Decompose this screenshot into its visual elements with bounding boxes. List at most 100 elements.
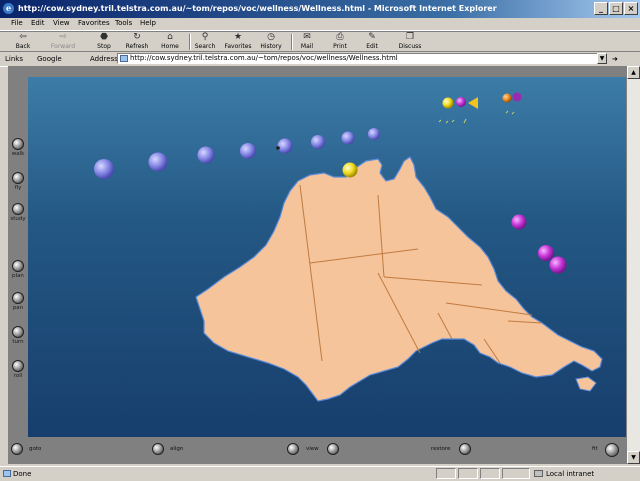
status-bar: Done Local intranet: [0, 466, 640, 481]
stop-icon: ⬣: [100, 32, 108, 42]
australia-landmass: [195, 156, 603, 402]
legend-cone-yellow: [468, 97, 478, 109]
goto-control[interactable]: goto: [11, 443, 51, 457]
trail-sphere-2: [148, 152, 168, 172]
address-input[interactable]: http://cow.sydney.tril.telstra.com.au/~t…: [117, 53, 606, 64]
legend-sphere-yellow: [442, 97, 454, 109]
menu-view[interactable]: View: [53, 19, 70, 27]
pan-control[interactable]: pan: [8, 292, 28, 312]
forward-button[interactable]: ⇨ Forward: [46, 32, 80, 52]
title-bar: e http://cow.sydney.tril.telstra.com.au/…: [0, 0, 640, 18]
view-control[interactable]: view: [287, 443, 347, 457]
scroll-up-button[interactable]: ▲: [627, 66, 640, 79]
menu-file[interactable]: File: [11, 19, 23, 27]
window-title: http://cow.sydney.tril.telstra.com.au/~t…: [18, 4, 497, 13]
legend-ticks: [438, 110, 515, 124]
trail-sphere-8: [368, 128, 380, 140]
back-icon: ⇦: [19, 32, 27, 42]
study-control[interactable]: study: [8, 203, 28, 223]
roll-control[interactable]: roll: [8, 360, 28, 380]
viewer-bottom-bar: goto align view restore fit: [8, 437, 627, 464]
history-icon: ◷: [267, 32, 275, 42]
stop-button[interactable]: ⬣ Stop: [87, 32, 121, 52]
address-label: Address: [90, 55, 118, 63]
trail-sphere-4: [240, 143, 256, 159]
align-knob-icon: [152, 443, 164, 455]
view-prev-icon: [287, 443, 299, 455]
minimize-button[interactable]: _: [594, 2, 608, 15]
trail-sphere-6: [311, 135, 325, 149]
home-icon: ⌂: [167, 32, 173, 42]
print-icon: ⎙: [336, 32, 344, 42]
standard-toolbar: ⇦ Back ⇨ Forward ⬣ Stop ↻ Refresh ⌂ Home…: [0, 31, 640, 52]
status-pane: [458, 468, 478, 479]
menu-help[interactable]: Help: [140, 19, 156, 27]
legend-sphere-magenta: [456, 97, 466, 107]
mail-button[interactable]: ✉ Mail: [290, 32, 324, 52]
scroll-down-button[interactable]: ▼: [627, 451, 640, 464]
menu-edit[interactable]: Edit: [31, 19, 45, 27]
search-icon: ⚲: [201, 32, 209, 42]
status-pane: [502, 468, 530, 479]
darwin-marker-sphere: [342, 162, 358, 178]
page-content: walk fly study plan pan turn roll goto a…: [8, 66, 627, 464]
turn-control[interactable]: turn: [8, 326, 28, 346]
roll-knob-icon: [12, 360, 24, 372]
refresh-icon: ↻: [133, 32, 141, 42]
vrml-scene-viewport[interactable]: [28, 77, 626, 437]
trail-sphere-7: [341, 131, 355, 145]
print-button[interactable]: ⎙ Print: [323, 32, 357, 52]
fly-control[interactable]: fly: [8, 172, 28, 192]
vertical-scrollbar[interactable]: ▲ ▼: [627, 66, 640, 464]
home-button[interactable]: ⌂ Home: [153, 32, 187, 52]
favorites-button[interactable]: ★ Favorites: [221, 32, 255, 52]
fly-knob-icon: [12, 172, 24, 184]
view-next-icon: [327, 443, 339, 455]
ie-logo-icon: e: [3, 3, 14, 14]
fit-knob-icon: [605, 443, 619, 457]
plan-control[interactable]: plan: [8, 260, 28, 280]
trail-sphere-1: [94, 159, 114, 179]
intranet-zone-icon: [534, 470, 543, 477]
fit-control[interactable]: fit: [592, 443, 624, 457]
east-coast-marker-1: [511, 214, 527, 230]
history-button[interactable]: ◷ History: [254, 32, 288, 52]
back-button[interactable]: ⇦ Back: [6, 32, 40, 52]
status-pane: [480, 468, 500, 479]
goto-knob-icon: [11, 443, 23, 455]
pan-knob-icon: [12, 292, 24, 304]
links-label[interactable]: Links: [5, 55, 23, 63]
close-button[interactable]: ×: [624, 2, 638, 15]
menu-tools[interactable]: Tools: [115, 19, 132, 27]
align-control[interactable]: align: [152, 443, 192, 457]
status-text: Done: [13, 470, 32, 478]
trail-shadow-dot: [276, 146, 280, 150]
trail-sphere-5: [277, 138, 293, 154]
turn-knob-icon: [12, 326, 24, 338]
status-pane: [436, 468, 456, 479]
menu-favorites[interactable]: Favorites: [78, 19, 110, 27]
restore-knob-icon: [459, 443, 471, 455]
refresh-button[interactable]: ↻ Refresh: [120, 32, 154, 52]
edit-icon: ✎: [368, 32, 376, 42]
discuss-icon: ❐: [405, 32, 415, 42]
google-link[interactable]: Google: [37, 55, 62, 63]
address-dropdown-button[interactable]: ▼: [597, 53, 607, 64]
go-button[interactable]: ➜: [612, 55, 618, 63]
search-button[interactable]: ⚲ Search: [188, 32, 222, 52]
east-coast-marker-3: [549, 256, 567, 274]
mail-icon: ✉: [303, 32, 311, 42]
favorites-icon: ★: [233, 32, 243, 42]
address-row: Links Google Address http://cow.sydney.t…: [0, 51, 640, 67]
edit-button[interactable]: ✎ Edit: [355, 32, 389, 52]
address-url: http://cow.sydney.tril.telstra.com.au/~t…: [130, 54, 398, 62]
walk-control[interactable]: walk: [8, 138, 28, 158]
maximize-button[interactable]: □: [609, 2, 623, 15]
trail-sphere-3: [197, 146, 215, 164]
page-status-icon: [3, 470, 11, 477]
study-knob-icon: [12, 203, 24, 215]
discuss-button[interactable]: ❐ Discuss: [393, 32, 427, 52]
restore-control[interactable]: restore: [431, 443, 481, 457]
tasmania-island: [575, 376, 597, 392]
legend-sphere-orange: [502, 93, 512, 103]
